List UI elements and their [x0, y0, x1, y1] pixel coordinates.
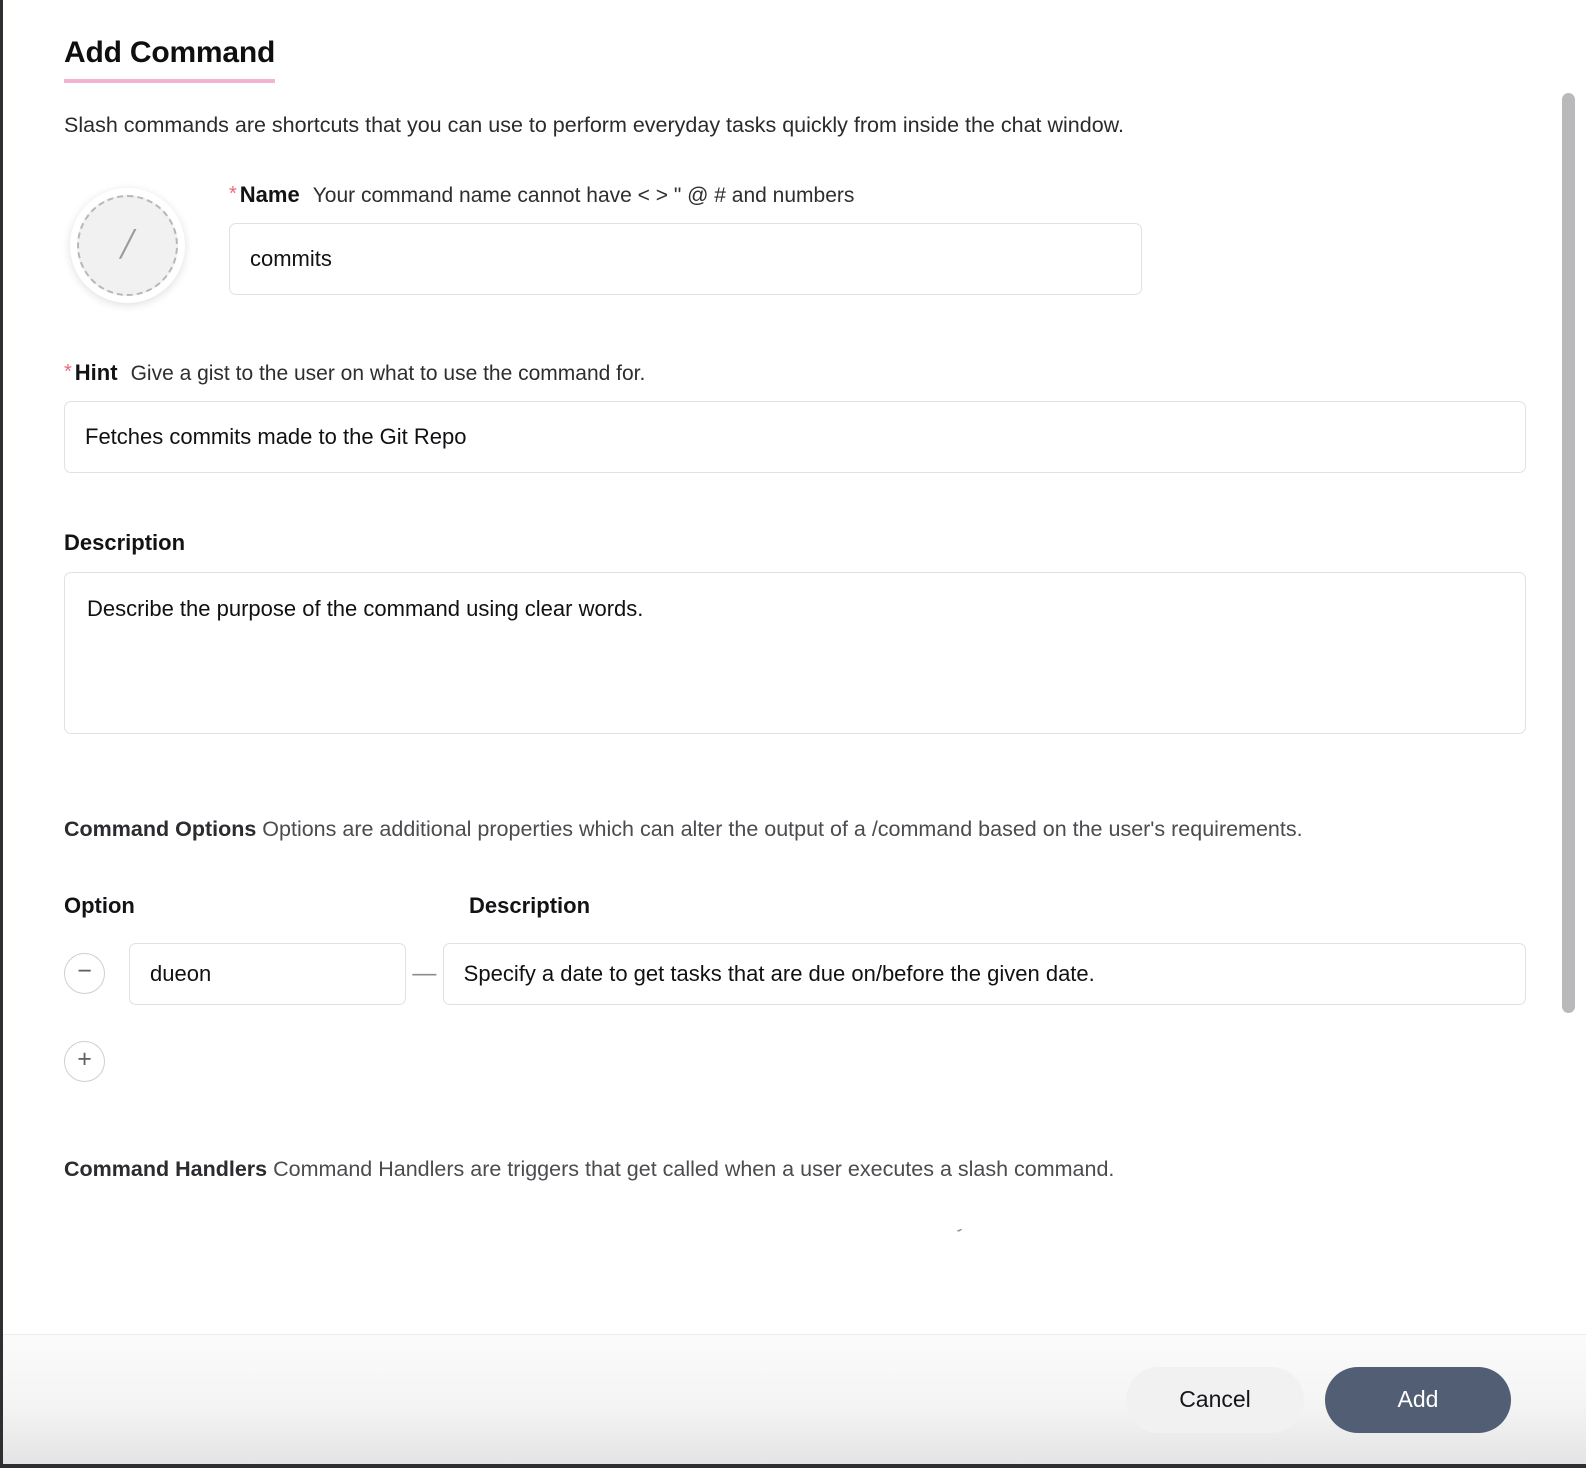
command-handlers-heading: Command Handlers Command Handlers are tr… [64, 1154, 1526, 1185]
hint-label: Hint [74, 360, 118, 386]
command-description-textarea[interactable] [64, 571, 1526, 734]
option-row: − — [64, 942, 1526, 1005]
description-field-block: Description [64, 530, 1526, 734]
cancel-button[interactable]: Cancel [1126, 1366, 1304, 1433]
description-label-line: Description [64, 530, 1526, 556]
hint-field-block: * Hint Give a gist to the user on what t… [64, 360, 1526, 474]
name-label-line: * Name Your command name cannot have < >… [229, 182, 1526, 208]
add-command-dialog: Add Command Slash commands are shortcuts… [0, 0, 1586, 1468]
hint-help-text: Give a gist to the user on what to use t… [130, 362, 646, 386]
name-fields: * Name Your command name cannot have < >… [190, 182, 1526, 296]
command-handlers-help: Command Handlers are triggers that get c… [273, 1156, 1115, 1181]
option-column-headers: Option Description [64, 893, 1526, 919]
slash-icon: / [120, 218, 134, 268]
command-handlers-title: Command Handlers [64, 1156, 268, 1181]
page-title: Add Command [64, 36, 275, 83]
avatar-wrap: / [64, 182, 190, 304]
required-marker-icon: * [229, 183, 237, 206]
option-separator-dash: — [412, 959, 437, 987]
dialog-content: Add Command Slash commands are shortcuts… [3, 0, 1586, 1246]
minus-icon: − [77, 957, 92, 986]
add-option-row: + [64, 1040, 1526, 1082]
dialog-footer: Cancel Add [3, 1334, 1586, 1464]
command-handlers-section: Command Handlers Command Handlers are tr… [64, 1154, 1526, 1185]
name-row: / * Name Your command name cannot have <… [64, 182, 1526, 304]
option-description-input[interactable] [442, 942, 1526, 1005]
slash-command-avatar[interactable]: / [69, 188, 185, 304]
command-name-input[interactable] [229, 223, 1142, 296]
command-options-section: Command Options Options are additional p… [64, 814, 1526, 1082]
avatar-inner-circle: / [76, 195, 178, 297]
required-marker-icon: * [64, 361, 72, 384]
option-name-input[interactable] [129, 942, 406, 1005]
column-header-option: Option [64, 892, 135, 918]
clipped-overflow-text-inner: Handlers are executed in the order in wh… [64, 1229, 1526, 1233]
dialog-scrollbar-track[interactable] [1562, 0, 1575, 1334]
command-hint-input[interactable] [64, 401, 1526, 474]
hint-label-line: * Hint Give a gist to the user on what t… [64, 360, 1526, 386]
column-header-description: Description [469, 892, 591, 918]
clipped-overflow-text: Handlers are executed in the order in wh… [64, 1229, 1526, 1246]
dialog-intro-text: Slash commands are shortcuts that you ca… [64, 113, 1124, 137]
dialog-scrollbar-thumb[interactable] [1562, 93, 1575, 1013]
name-help-text: Your command name cannot have < > " @ # … [312, 184, 855, 208]
command-options-heading: Command Options Options are additional p… [64, 814, 1526, 845]
command-options-title: Command Options [64, 816, 257, 841]
dialog-scroll-area: Add Command Slash commands are shortcuts… [3, 0, 1586, 1334]
add-button[interactable]: Add [1325, 1366, 1511, 1433]
command-options-help: Options are additional properties which … [262, 816, 1303, 841]
name-label: Name [239, 182, 300, 208]
plus-icon: + [77, 1044, 92, 1073]
remove-option-button[interactable]: − [64, 953, 105, 995]
description-label: Description [64, 530, 186, 556]
add-option-button[interactable]: + [64, 1040, 105, 1082]
